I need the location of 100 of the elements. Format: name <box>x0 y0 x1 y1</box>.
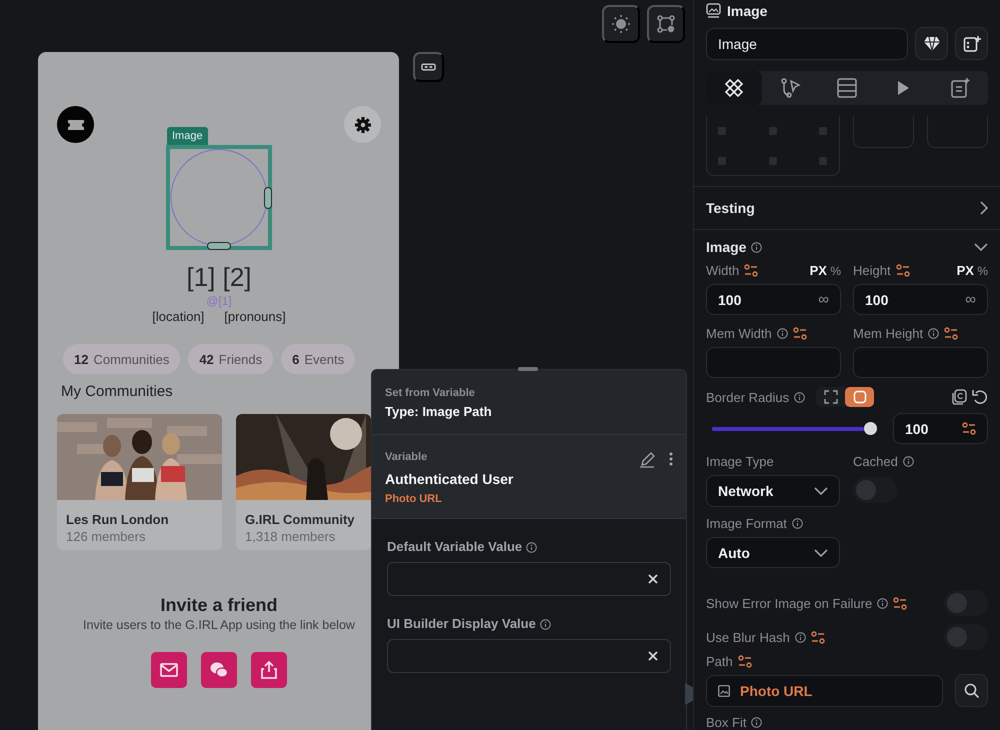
add-button[interactable] <box>955 27 988 60</box>
dropdown[interactable]: Network <box>706 475 840 508</box>
field-label: Mem Width <box>706 326 772 342</box>
unit-toggle[interactable]: PX % <box>956 263 988 278</box>
section-title: Testing <box>706 200 755 216</box>
reset-icon[interactable] <box>972 389 988 406</box>
number-field[interactable] <box>706 347 841 378</box>
variable-icon <box>944 327 958 340</box>
number-field[interactable]: 100 <box>893 413 988 444</box>
share-button[interactable] <box>251 652 287 688</box>
copy-icon[interactable] <box>951 389 967 406</box>
path-field[interactable]: Photo URL <box>706 674 943 707</box>
resize-handle[interactable] <box>207 242 231 250</box>
image-icon <box>706 3 721 18</box>
gem-button[interactable] <box>915 27 948 60</box>
corners-icon <box>824 390 838 404</box>
ruler-pencil-icon <box>723 77 746 100</box>
field-label: Image Format <box>706 516 787 532</box>
edit-icon[interactable] <box>639 452 655 468</box>
popup-title: Type: Image Path <box>385 403 493 421</box>
resize-handle[interactable] <box>264 187 272 209</box>
member-count: 1,318 members <box>245 529 336 544</box>
toggle-switch[interactable] <box>944 624 988 650</box>
field-label: Mem Height <box>853 326 924 342</box>
chevron-down-icon[interactable] <box>974 243 988 252</box>
field-label: Cached <box>853 454 898 470</box>
info-icon <box>902 456 914 468</box>
variable-field: Photo URL <box>385 492 639 506</box>
panel-title: Image <box>727 2 768 19</box>
link-icon <box>421 63 436 71</box>
section-title: My Communities <box>61 382 174 402</box>
sun-icon <box>611 14 631 34</box>
field-label: Height <box>853 263 891 278</box>
community-card[interactable]: G.IRL Community 1,318 members <box>236 414 371 550</box>
more-icon[interactable] <box>669 452 673 466</box>
infinity-toggle[interactable]: ∞ <box>818 291 829 308</box>
info-icon <box>928 328 940 340</box>
mail-button[interactable] <box>151 652 187 688</box>
unit-toggle[interactable]: PX % <box>810 263 841 278</box>
theme-button[interactable] <box>602 5 640 43</box>
field-label: Show Error Image on Failure <box>706 596 872 611</box>
field-label: Path <box>706 654 733 670</box>
settings-button[interactable] <box>344 106 381 143</box>
drag-handle[interactable] <box>518 367 538 371</box>
variable-icon <box>810 630 825 644</box>
clear-icon[interactable] <box>648 651 658 661</box>
path-value: Photo URL <box>740 682 812 699</box>
chevron-right-icon[interactable] <box>980 201 988 215</box>
radius-mode-button[interactable] <box>845 387 874 408</box>
field-label: Border Radius <box>706 390 790 405</box>
number-field[interactable] <box>853 347 988 378</box>
variable-icon <box>896 264 910 278</box>
number-field[interactable]: 100 ∞ <box>853 284 988 316</box>
toggle-switch[interactable] <box>944 590 988 616</box>
search-button[interactable] <box>955 674 988 708</box>
tree-button[interactable] <box>647 5 685 43</box>
community-card[interactable]: Les Run London 126 members <box>57 414 222 550</box>
device-button[interactable] <box>413 52 444 82</box>
nodes-icon <box>656 14 676 34</box>
info-icon <box>794 392 806 403</box>
name-field[interactable]: Image <box>706 28 908 60</box>
stat-chip[interactable]: 42 Friends <box>188 344 274 374</box>
field-label: Box Fit <box>706 715 746 730</box>
infinity-toggle[interactable]: ∞ <box>965 291 976 308</box>
mail-icon <box>159 660 179 680</box>
clear-icon[interactable] <box>648 574 658 584</box>
info-icon <box>776 328 788 340</box>
ticket-button[interactable] <box>57 106 94 143</box>
stat-chip[interactable]: 12 Communities <box>63 344 180 374</box>
rounded-square-icon <box>852 390 867 404</box>
profile-location: [location] <box>152 309 204 325</box>
field-label: Use Blur Hash <box>706 630 790 645</box>
field-value: 100 <box>865 292 888 308</box>
toggle-switch[interactable] <box>853 477 897 504</box>
gem-icon <box>922 36 940 52</box>
variable-name: Authenticated User <box>385 470 514 488</box>
variable-label: Variable <box>385 450 428 464</box>
field-value: 100 <box>905 420 928 437</box>
field-label: UI Builder Display Value <box>387 616 536 632</box>
dropdown[interactable]: Auto <box>706 537 840 568</box>
add-icon <box>962 34 980 53</box>
number-field[interactable]: 100 ∞ <box>706 284 841 316</box>
member-count: 126 members <box>66 529 146 544</box>
community-name: Les Run London <box>66 512 170 527</box>
info-icon <box>792 518 803 530</box>
info-icon <box>794 632 806 643</box>
search-icon <box>964 682 980 699</box>
database-icon <box>836 77 858 100</box>
stat-chip[interactable]: 6 Events <box>281 344 356 374</box>
invite-title: Invite a friend <box>159 594 279 616</box>
slider-thumb[interactable] <box>864 422 877 436</box>
variable-icon <box>738 655 752 668</box>
share-icon <box>259 660 279 680</box>
input-field[interactable] <box>387 562 671 596</box>
chat-button[interactable] <box>201 652 237 688</box>
info-icon <box>540 618 551 630</box>
field-label: Default Variable Value <box>387 539 522 555</box>
settings-icon <box>354 116 372 134</box>
input-field[interactable] <box>387 639 671 673</box>
info-icon <box>751 717 762 728</box>
